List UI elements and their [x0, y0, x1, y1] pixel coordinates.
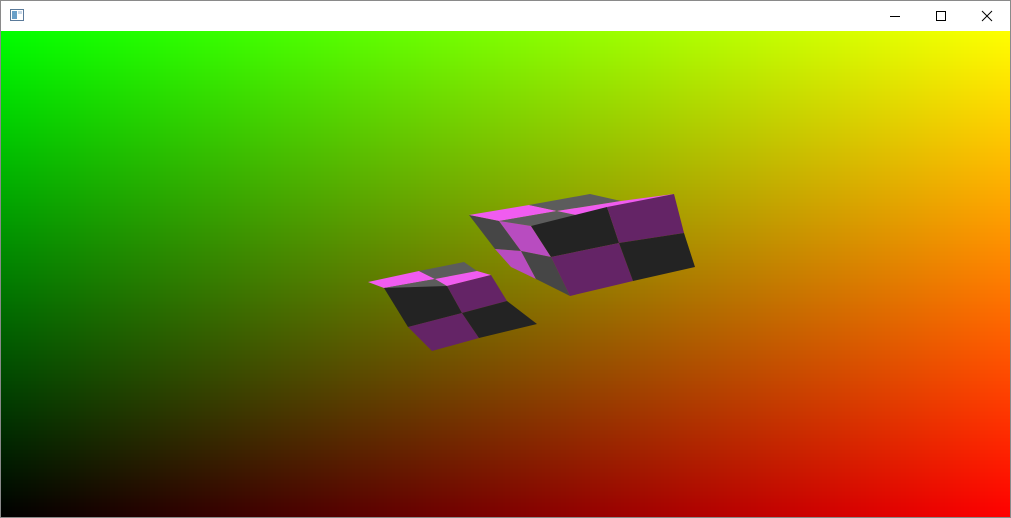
- title-bar[interactable]: [1, 1, 1010, 31]
- maximize-icon: [936, 11, 946, 21]
- cube-right: [469, 194, 695, 296]
- close-icon: [981, 10, 993, 22]
- maximize-button[interactable]: [918, 1, 964, 31]
- render-viewport[interactable]: [1, 31, 1010, 517]
- app-icon: [10, 9, 24, 21]
- minimize-icon: [890, 16, 900, 17]
- cube-left: [368, 262, 537, 351]
- scene-3d: [368, 194, 695, 351]
- close-button[interactable]: [964, 1, 1010, 31]
- application-window: [0, 0, 1011, 518]
- minimize-button[interactable]: [872, 1, 918, 31]
